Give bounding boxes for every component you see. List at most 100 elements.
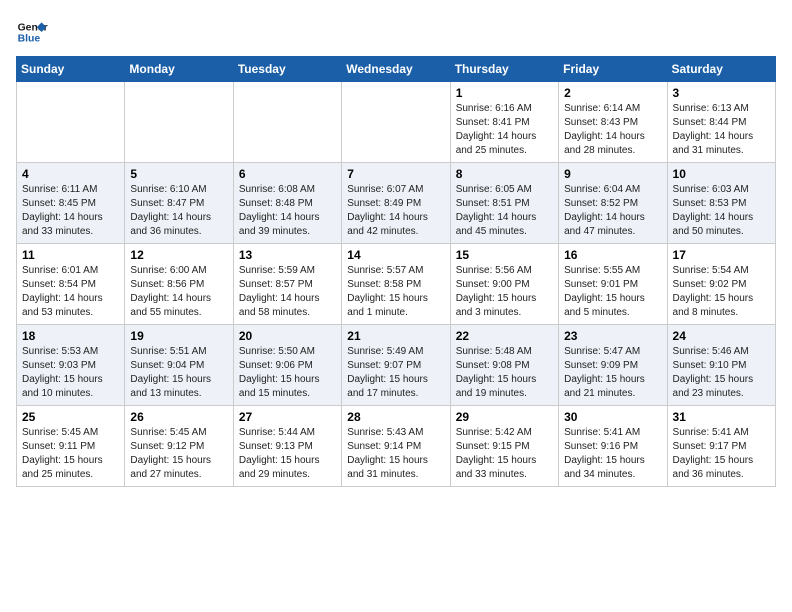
weekday-header-row: SundayMondayTuesdayWednesdayThursdayFrid… xyxy=(17,57,776,82)
day-number: 2 xyxy=(564,86,661,100)
calendar-cell: 20 Sunrise: 5:50 AM Sunset: 9:06 PM Dayli… xyxy=(233,325,341,406)
day-number: 31 xyxy=(673,410,770,424)
calendar-cell: 22 Sunrise: 5:48 AM Sunset: 9:08 PM Dayli… xyxy=(450,325,558,406)
week-row-2: 4 Sunrise: 6:11 AM Sunset: 8:45 PM Daylig… xyxy=(17,163,776,244)
week-row-4: 18 Sunrise: 5:53 AM Sunset: 9:03 PM Dayli… xyxy=(17,325,776,406)
day-number: 7 xyxy=(347,167,444,181)
day-info: Sunrise: 5:41 AM Sunset: 9:16 PM Dayligh… xyxy=(564,426,661,482)
day-number: 3 xyxy=(673,86,770,100)
day-info: Sunrise: 6:04 AM Sunset: 8:52 PM Dayligh… xyxy=(564,183,661,239)
day-info: Sunrise: 6:11 AM Sunset: 8:45 PM Dayligh… xyxy=(22,183,119,239)
calendar-cell: 23 Sunrise: 5:47 AM Sunset: 9:09 PM Dayli… xyxy=(559,325,667,406)
calendar-cell: 29 Sunrise: 5:42 AM Sunset: 9:15 PM Dayli… xyxy=(450,406,558,487)
calendar-cell: 7 Sunrise: 6:07 AM Sunset: 8:49 PM Daylig… xyxy=(342,163,450,244)
day-number: 6 xyxy=(239,167,336,181)
day-info: Sunrise: 6:07 AM Sunset: 8:49 PM Dayligh… xyxy=(347,183,444,239)
day-number: 22 xyxy=(456,329,553,343)
calendar-cell: 26 Sunrise: 5:45 AM Sunset: 9:12 PM Dayli… xyxy=(125,406,233,487)
day-info: Sunrise: 5:47 AM Sunset: 9:09 PM Dayligh… xyxy=(564,345,661,401)
logo-icon: General Blue xyxy=(16,16,48,48)
day-info: Sunrise: 5:45 AM Sunset: 9:11 PM Dayligh… xyxy=(22,426,119,482)
day-number: 13 xyxy=(239,248,336,262)
calendar-cell: 14 Sunrise: 5:57 AM Sunset: 8:58 PM Dayli… xyxy=(342,244,450,325)
day-number: 4 xyxy=(22,167,119,181)
weekday-header-thursday: Thursday xyxy=(450,57,558,82)
calendar-cell: 18 Sunrise: 5:53 AM Sunset: 9:03 PM Dayli… xyxy=(17,325,125,406)
day-info: Sunrise: 5:55 AM Sunset: 9:01 PM Dayligh… xyxy=(564,264,661,320)
day-info: Sunrise: 5:42 AM Sunset: 9:15 PM Dayligh… xyxy=(456,426,553,482)
day-info: Sunrise: 5:45 AM Sunset: 9:12 PM Dayligh… xyxy=(130,426,227,482)
calendar-cell xyxy=(233,82,341,163)
day-info: Sunrise: 5:46 AM Sunset: 9:10 PM Dayligh… xyxy=(673,345,770,401)
day-info: Sunrise: 6:08 AM Sunset: 8:48 PM Dayligh… xyxy=(239,183,336,239)
day-number: 14 xyxy=(347,248,444,262)
day-info: Sunrise: 5:53 AM Sunset: 9:03 PM Dayligh… xyxy=(22,345,119,401)
calendar-cell xyxy=(125,82,233,163)
day-number: 19 xyxy=(130,329,227,343)
day-number: 30 xyxy=(564,410,661,424)
day-number: 25 xyxy=(22,410,119,424)
day-info: Sunrise: 5:56 AM Sunset: 9:00 PM Dayligh… xyxy=(456,264,553,320)
calendar-table: SundayMondayTuesdayWednesdayThursdayFrid… xyxy=(16,56,776,487)
day-number: 17 xyxy=(673,248,770,262)
day-info: Sunrise: 5:49 AM Sunset: 9:07 PM Dayligh… xyxy=(347,345,444,401)
day-info: Sunrise: 5:51 AM Sunset: 9:04 PM Dayligh… xyxy=(130,345,227,401)
calendar-cell: 19 Sunrise: 5:51 AM Sunset: 9:04 PM Dayli… xyxy=(125,325,233,406)
weekday-header-tuesday: Tuesday xyxy=(233,57,341,82)
day-info: Sunrise: 5:41 AM Sunset: 9:17 PM Dayligh… xyxy=(673,426,770,482)
calendar-cell: 1 Sunrise: 6:16 AM Sunset: 8:41 PM Daylig… xyxy=(450,82,558,163)
logo: General Blue xyxy=(16,16,52,48)
calendar-cell: 10 Sunrise: 6:03 AM Sunset: 8:53 PM Dayli… xyxy=(667,163,775,244)
day-number: 9 xyxy=(564,167,661,181)
day-info: Sunrise: 6:01 AM Sunset: 8:54 PM Dayligh… xyxy=(22,264,119,320)
weekday-header-wednesday: Wednesday xyxy=(342,57,450,82)
calendar-cell: 25 Sunrise: 5:45 AM Sunset: 9:11 PM Dayli… xyxy=(17,406,125,487)
day-number: 23 xyxy=(564,329,661,343)
day-info: Sunrise: 5:57 AM Sunset: 8:58 PM Dayligh… xyxy=(347,264,444,320)
calendar-cell: 12Sunrise: 6:00 AM Sunset: 8:56 PM Dayli… xyxy=(125,244,233,325)
calendar-cell: 9 Sunrise: 6:04 AM Sunset: 8:52 PM Daylig… xyxy=(559,163,667,244)
day-number: 15 xyxy=(456,248,553,262)
day-info: Sunrise: 6:16 AM Sunset: 8:41 PM Dayligh… xyxy=(456,102,553,158)
day-number: 28 xyxy=(347,410,444,424)
calendar-cell: 3 Sunrise: 6:13 AM Sunset: 8:44 PM Daylig… xyxy=(667,82,775,163)
calendar-cell: 8 Sunrise: 6:05 AM Sunset: 8:51 PM Daylig… xyxy=(450,163,558,244)
day-info: Sunrise: 5:59 AM Sunset: 8:57 PM Dayligh… xyxy=(239,264,336,320)
day-info: Sunrise: 5:44 AM Sunset: 9:13 PM Dayligh… xyxy=(239,426,336,482)
day-info: Sunrise: 5:43 AM Sunset: 9:14 PM Dayligh… xyxy=(347,426,444,482)
day-info: Sunrise: 6:14 AM Sunset: 8:43 PM Dayligh… xyxy=(564,102,661,158)
day-number: 18 xyxy=(22,329,119,343)
day-number: 8 xyxy=(456,167,553,181)
calendar-cell: 2 Sunrise: 6:14 AM Sunset: 8:43 PM Daylig… xyxy=(559,82,667,163)
day-number: 16 xyxy=(564,248,661,262)
day-number: 26 xyxy=(130,410,227,424)
day-info: Sunrise: 5:48 AM Sunset: 9:08 PM Dayligh… xyxy=(456,345,553,401)
day-number: 10 xyxy=(673,167,770,181)
calendar-cell: 31 Sunrise: 5:41 AM Sunset: 9:17 PM Dayli… xyxy=(667,406,775,487)
weekday-header-saturday: Saturday xyxy=(667,57,775,82)
day-info: Sunrise: 6:00 AM Sunset: 8:56 PM Dayligh… xyxy=(130,264,227,320)
day-number: 29 xyxy=(456,410,553,424)
day-number: 27 xyxy=(239,410,336,424)
calendar-cell: 6 Sunrise: 6:08 AM Sunset: 8:48 PM Daylig… xyxy=(233,163,341,244)
weekday-header-sunday: Sunday xyxy=(17,57,125,82)
calendar-cell: 30 Sunrise: 5:41 AM Sunset: 9:16 PM Dayli… xyxy=(559,406,667,487)
day-info: Sunrise: 6:13 AM Sunset: 8:44 PM Dayligh… xyxy=(673,102,770,158)
day-info: Sunrise: 6:03 AM Sunset: 8:53 PM Dayligh… xyxy=(673,183,770,239)
day-info: Sunrise: 6:05 AM Sunset: 8:51 PM Dayligh… xyxy=(456,183,553,239)
day-number: 1 xyxy=(456,86,553,100)
calendar-cell: 27 Sunrise: 5:44 AM Sunset: 9:13 PM Dayli… xyxy=(233,406,341,487)
day-number: 5 xyxy=(130,167,227,181)
week-row-1: 1 Sunrise: 6:16 AM Sunset: 8:41 PM Daylig… xyxy=(17,82,776,163)
day-info: Sunrise: 5:50 AM Sunset: 9:06 PM Dayligh… xyxy=(239,345,336,401)
day-number: 11 xyxy=(22,248,119,262)
calendar-cell: 28 Sunrise: 5:43 AM Sunset: 9:14 PM Dayli… xyxy=(342,406,450,487)
day-number: 24 xyxy=(673,329,770,343)
calendar-cell: 24 Sunrise: 5:46 AM Sunset: 9:10 PM Dayli… xyxy=(667,325,775,406)
day-number: 20 xyxy=(239,329,336,343)
calendar-cell: 11 Sunrise: 6:01 AM Sunset: 8:54 PM Dayli… xyxy=(17,244,125,325)
page-header: General Blue xyxy=(16,16,776,48)
calendar-cell xyxy=(342,82,450,163)
weekday-header-monday: Monday xyxy=(125,57,233,82)
svg-text:Blue: Blue xyxy=(18,34,41,45)
